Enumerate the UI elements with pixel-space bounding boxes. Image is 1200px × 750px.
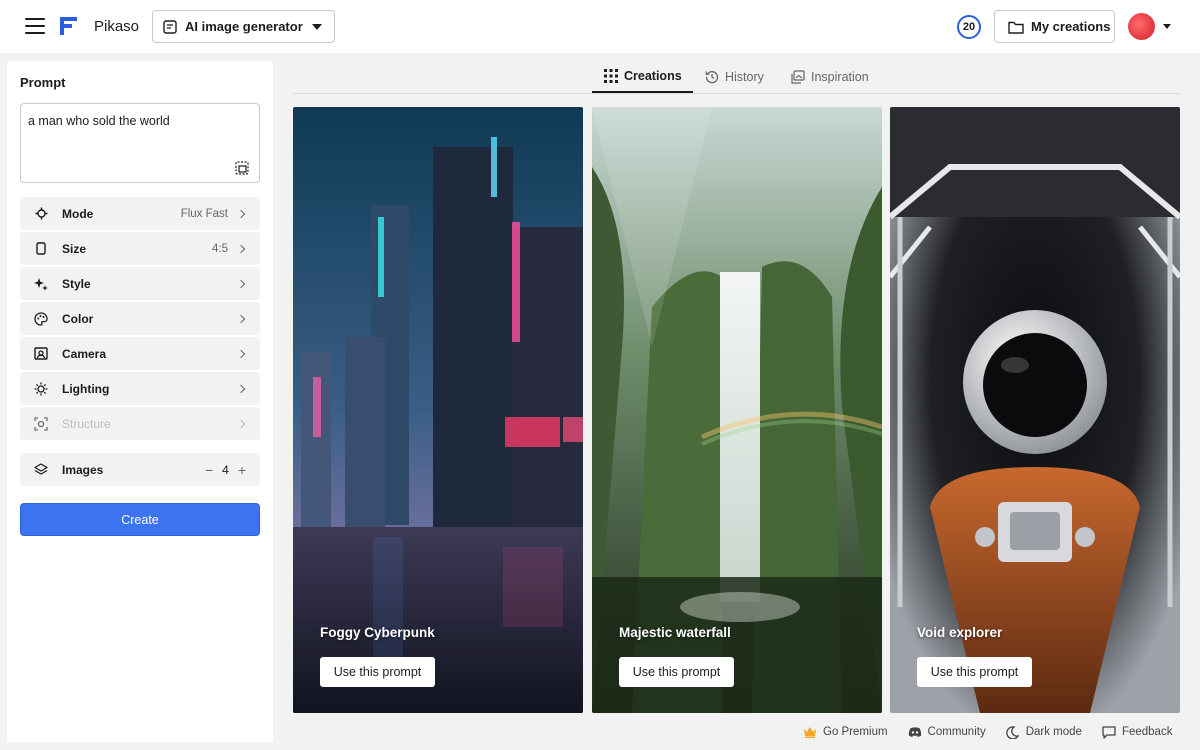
chevron-right-icon [236,349,246,358]
footer-label: Go Premium [823,726,888,738]
images-count: 4 [222,462,229,477]
dark-mode-toggle[interactable]: Dark mode [1006,725,1082,739]
image-reference-icon[interactable] [235,161,249,175]
option-label: Size [62,241,87,256]
camera-frame-icon [34,347,48,361]
palette-icon [34,311,48,326]
layers-icon [34,462,48,477]
option-structure: Structure [20,407,260,440]
creation-card[interactable]: Majestic waterfall Use this prompt [592,107,882,713]
structure-icon [34,416,48,431]
option-label: Structure [62,416,111,431]
sidebar: Prompt a man who sold the world Mode Flu… [7,61,273,742]
waterfall-image [592,107,882,713]
chat-bubble-icon [1102,725,1116,739]
chevron-down-icon [312,23,322,30]
prompt-input[interactable]: a man who sold the world [20,103,260,183]
option-mode[interactable]: Mode Flux Fast [20,197,260,230]
option-label: Lighting [62,381,110,396]
folder-icon [1008,21,1024,34]
creation-card[interactable]: Foggy Cyberpunk Use this prompt [293,107,583,713]
prompt-label: Prompt [20,75,66,90]
chevron-right-icon [236,384,246,393]
chevron-down-icon[interactable] [1163,24,1171,29]
option-label: Camera [62,346,107,361]
feedback-link[interactable]: Feedback [1102,725,1173,739]
tab-creations[interactable]: Creations [592,60,693,93]
images-icon [791,69,805,84]
footer-label: Feedback [1121,726,1173,738]
image-generator-icon [163,19,177,34]
option-label: Images [62,462,104,477]
chevron-right-icon [236,314,246,323]
footer-links: Go Premium Community Dark mode Feedback [803,724,1172,740]
top-bar: Pikaso AI image generator 20 My creation… [0,0,1200,53]
use-prompt-button[interactable]: Use this prompt [917,657,1032,687]
sparkle-gear-icon [34,207,48,221]
community-link[interactable]: Community [908,725,986,739]
images-stepper[interactable]: − 4 + [205,462,246,478]
chevron-right-icon [236,419,246,428]
avatar[interactable] [1128,13,1155,40]
tab-label: Creations [624,68,682,83]
tool-select-dropdown[interactable]: AI image generator [152,10,335,43]
tab-label: Inspiration [811,69,869,84]
option-color[interactable]: Color [20,302,260,335]
decrement-button[interactable]: − [205,462,213,478]
aspect-ratio-icon [34,242,48,256]
option-label: Mode [62,206,94,221]
option-style[interactable]: Style [20,267,260,300]
tool-select-label: AI image generator [185,19,303,34]
option-images: Images − 4 + [20,453,260,486]
tab-label: History [725,69,764,84]
pikaso-logo-icon [60,17,77,35]
chevron-right-icon [236,279,246,288]
history-icon [705,70,719,83]
option-size[interactable]: Size 4:5 [20,232,260,265]
sun-icon [34,382,48,396]
tab-inspiration[interactable]: Inspiration [791,60,869,93]
option-camera[interactable]: Camera [20,337,260,370]
chevron-right-icon [236,244,246,253]
moon-icon [1006,725,1020,739]
footer-label: Community [927,726,986,738]
my-creations-button[interactable]: My creations [994,10,1115,43]
brand-name[interactable]: Pikaso [94,18,139,35]
my-creations-label: My creations [1031,19,1111,34]
content-tabs: Creations History Inspiration [293,60,1180,94]
chevron-right-icon [236,209,246,218]
card-title: Void explorer [917,625,1003,640]
tab-history[interactable]: History [705,60,764,93]
creation-card[interactable]: Void explorer Use this prompt [890,107,1180,713]
discord-icon [908,725,922,739]
menu-icon[interactable] [25,18,45,34]
go-premium-link[interactable]: Go Premium [803,725,888,739]
option-lighting[interactable]: Lighting [20,372,260,405]
cyberpunk-city-image [293,107,583,713]
card-title: Foggy Cyberpunk [320,625,435,640]
option-value: Flux Fast [180,207,228,220]
magic-stars-icon [34,277,48,291]
footer-label: Dark mode [1025,726,1082,738]
credits-badge[interactable]: 20 [957,15,981,39]
card-title: Majestic waterfall [619,625,731,640]
option-label: Color [62,311,94,326]
option-label: Style [62,276,91,291]
create-button[interactable]: Create [20,503,260,536]
use-prompt-button[interactable]: Use this prompt [320,657,435,687]
option-value: 4:5 [212,242,228,255]
astronaut-image [890,107,1180,713]
use-prompt-button[interactable]: Use this prompt [619,657,734,687]
grid-icon [604,68,618,83]
crown-icon [803,725,817,739]
increment-button[interactable]: + [238,462,246,478]
prompt-text: a man who sold the world [28,114,170,128]
